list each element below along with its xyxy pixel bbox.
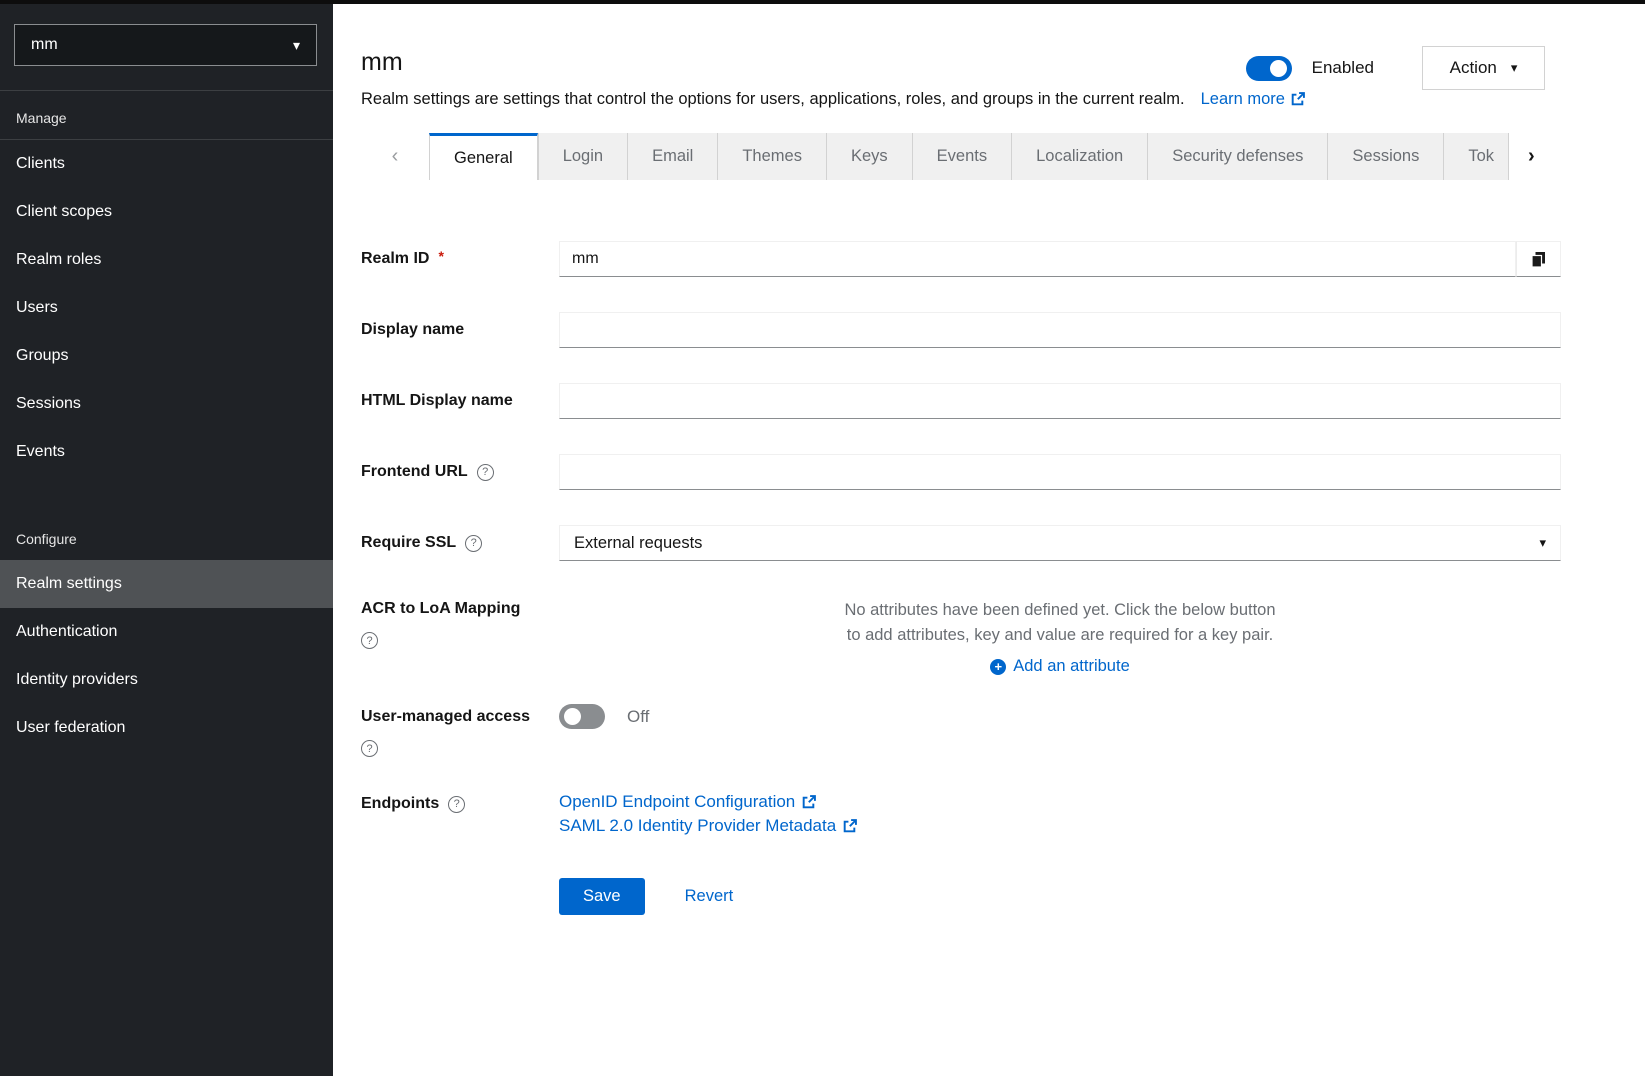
help-icon[interactable]: ? — [361, 632, 378, 649]
enabled-label: Enabled — [1312, 58, 1374, 78]
sidebar-item-identity-providers[interactable]: Identity providers — [0, 656, 333, 704]
realm-id-input[interactable] — [559, 241, 1516, 277]
user-managed-access-toggle[interactable] — [559, 704, 605, 729]
require-ssl-label: Require SSL ? — [361, 534, 559, 552]
help-icon[interactable]: ? — [477, 464, 494, 481]
realm-id-input-group — [559, 241, 1561, 277]
tab-general[interactable]: General — [429, 133, 538, 180]
openid-endpoint-configuration-link[interactable]: OpenID Endpoint Configuration — [559, 792, 816, 812]
realm-enabled-toggle[interactable] — [1246, 56, 1292, 81]
sidebar-item-user-federation[interactable]: User federation — [0, 704, 333, 752]
caret-down-icon: ▾ — [293, 37, 300, 54]
tab-tokens[interactable]: Tok — [1443, 133, 1509, 180]
plus-circle-icon: + — [990, 659, 1006, 675]
tab-login[interactable]: Login — [538, 133, 627, 180]
tab-email[interactable]: Email — [627, 133, 717, 180]
sidebar-item-clients[interactable]: Clients — [0, 140, 333, 188]
realm-selector-value: mm — [31, 36, 58, 54]
sidebar-item-events[interactable]: Events — [0, 428, 333, 476]
learn-more-link[interactable]: Learn more — [1201, 90, 1305, 109]
display-name-row: Display name — [361, 312, 1561, 348]
require-ssl-select[interactable]: External requests ▾ — [559, 525, 1561, 561]
required-asterisk: * — [438, 248, 443, 264]
copy-button[interactable] — [1516, 241, 1561, 277]
display-name-label: Display name — [361, 321, 559, 339]
html-display-name-input[interactable] — [559, 383, 1561, 419]
user-managed-access-control: Off — [559, 704, 1561, 729]
form-actions-row: Save Revert — [361, 878, 1561, 915]
saml-metadata-link[interactable]: SAML 2.0 Identity Provider Metadata — [559, 816, 857, 836]
sidebar-item-realm-roles[interactable]: Realm roles — [0, 236, 333, 284]
help-icon[interactable]: ? — [448, 796, 465, 813]
html-display-name-label: HTML Display name — [361, 392, 559, 410]
header-controls: Enabled Action ▾ — [1246, 46, 1545, 90]
page-header: mm Realm settings are settings that cont… — [333, 4, 1645, 109]
endpoint-links: OpenID Endpoint Configuration SAML 2.0 I… — [559, 792, 1561, 836]
acr-loa-empty-text: No attributes have been defined yet. Cli… — [840, 598, 1280, 648]
acr-loa-empty-state: No attributes have been defined yet. Cli… — [559, 596, 1561, 676]
require-ssl-selected-value: External requests — [574, 534, 702, 553]
html-display-name-row: HTML Display name — [361, 383, 1561, 419]
nav-section-manage: Manage — [0, 91, 333, 139]
external-link-icon — [842, 819, 857, 834]
general-settings-form: Realm ID * Display name — [333, 180, 1645, 915]
caret-down-icon: ▾ — [1511, 60, 1518, 76]
help-icon[interactable]: ? — [361, 740, 378, 757]
nav-list-manage: Clients Client scopes Realm roles Users … — [0, 140, 333, 476]
nav-list-configure: Realm settings Authentication Identity p… — [0, 560, 333, 752]
save-button[interactable]: Save — [559, 878, 645, 915]
sidebar-item-client-scopes[interactable]: Client scopes — [0, 188, 333, 236]
external-link-icon — [801, 795, 816, 810]
acr-loa-label: ACR to LoA Mapping ? — [361, 596, 559, 649]
page-description: Realm settings are settings that control… — [361, 90, 1545, 109]
tabs-scroll-left-button[interactable]: ‹ — [361, 133, 429, 180]
sidebar-item-authentication[interactable]: Authentication — [0, 608, 333, 656]
help-icon[interactable]: ? — [465, 535, 482, 552]
nav-section-configure: Configure — [0, 512, 333, 560]
realm-selector-dropdown[interactable]: mm ▾ — [14, 24, 317, 66]
app-layout: mm ▾ Manage Clients Client scopes Realm … — [0, 4, 1645, 1076]
endpoints-label: Endpoints ? — [361, 792, 559, 813]
frontend-url-label: Frontend URL ? — [361, 463, 559, 481]
toggle-knob — [1270, 60, 1287, 77]
user-managed-access-state: Off — [627, 707, 649, 727]
external-link-icon — [1290, 92, 1305, 107]
chevron-left-icon: ‹ — [392, 145, 399, 168]
copy-icon — [1531, 251, 1546, 268]
sidebar: mm ▾ Manage Clients Client scopes Realm … — [0, 4, 333, 1076]
require-ssl-row: Require SSL ? External requests ▾ — [361, 525, 1561, 561]
sidebar-item-sessions[interactable]: Sessions — [0, 380, 333, 428]
acr-loa-row: ACR to LoA Mapping ? No attributes have … — [361, 596, 1561, 676]
tab-localization[interactable]: Localization — [1011, 133, 1147, 180]
main-content: mm Realm settings are settings that cont… — [333, 4, 1645, 1076]
realm-id-label: Realm ID * — [361, 250, 559, 268]
toggle-knob — [564, 708, 581, 725]
frontend-url-input[interactable] — [559, 454, 1561, 490]
tab-events[interactable]: Events — [912, 133, 1011, 180]
realm-id-row: Realm ID * — [361, 241, 1561, 277]
page-description-text: Realm settings are settings that control… — [361, 90, 1185, 108]
endpoints-row: Endpoints ? OpenID Endpoint Configuratio… — [361, 792, 1561, 836]
sidebar-item-realm-settings[interactable]: Realm settings — [0, 560, 333, 608]
form-actions: Save Revert — [559, 878, 1561, 915]
tab-bar: ‹ General Login Email Themes Keys Events… — [361, 133, 1645, 180]
add-attribute-button[interactable]: + Add an attribute — [990, 657, 1130, 676]
tab-themes[interactable]: Themes — [717, 133, 826, 180]
actions-spacer — [361, 878, 559, 915]
tab-security-defenses[interactable]: Security defenses — [1147, 133, 1327, 180]
revert-button[interactable]: Revert — [685, 887, 734, 906]
sidebar-item-users[interactable]: Users — [0, 284, 333, 332]
tabs-scroll-right-button[interactable]: › — [1509, 133, 1553, 180]
tab-sessions[interactable]: Sessions — [1327, 133, 1443, 180]
frontend-url-row: Frontend URL ? — [361, 454, 1561, 490]
tab-keys[interactable]: Keys — [826, 133, 912, 180]
display-name-input[interactable] — [559, 312, 1561, 348]
caret-down-icon: ▾ — [1539, 535, 1546, 551]
chevron-right-icon: › — [1528, 145, 1535, 168]
user-managed-access-row: User-managed access ? Off — [361, 704, 1561, 757]
user-managed-access-label: User-managed access ? — [361, 704, 559, 757]
action-dropdown[interactable]: Action ▾ — [1422, 46, 1545, 90]
sidebar-item-groups[interactable]: Groups — [0, 332, 333, 380]
